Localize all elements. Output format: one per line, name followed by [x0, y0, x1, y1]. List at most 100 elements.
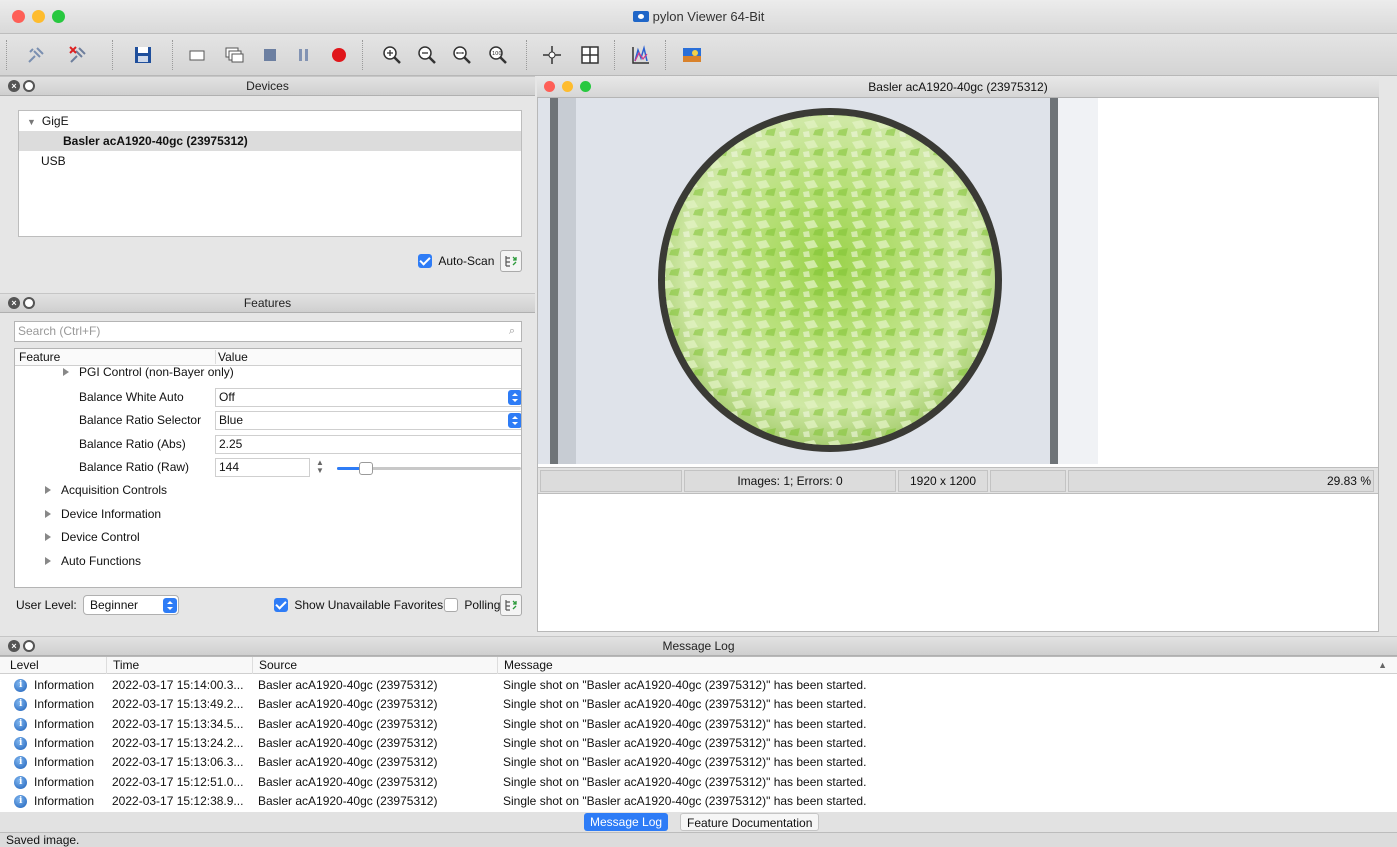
feature-row-device-control[interactable]: Device Control: [15, 526, 521, 549]
float-panel-icon[interactable]: [23, 80, 35, 92]
log-row[interactable]: Information 2022-03-17 15:12:38.9... Basle…: [0, 792, 1397, 811]
stop-icon[interactable]: [256, 41, 284, 69]
balance-ratio-selector-select[interactable]: Blue: [215, 411, 521, 430]
feature-row-pgi-control[interactable]: PGI Control (non-Bayer only): [15, 362, 521, 382]
zoom-in-icon[interactable]: [378, 41, 406, 69]
select-arrows-icon: [163, 598, 177, 613]
log-message-cell: Single shot on "Basler acA1920-40gc (239…: [503, 697, 867, 712]
continuous-shot-icon[interactable]: [220, 41, 248, 69]
feature-row-balance-white-auto[interactable]: Balance White Auto Off: [15, 386, 521, 409]
checkbox-checked-icon[interactable]: [418, 254, 432, 268]
tree-node-gige[interactable]: ▼ GigE: [19, 111, 521, 131]
feature-row-device-information[interactable]: Device Information: [15, 503, 521, 526]
show-unavailable-favorites-checkbox[interactable]: Show Unavailable Favorites: [274, 598, 443, 612]
expand-arrow-icon[interactable]: [45, 533, 51, 541]
tree-node-usb[interactable]: USB: [19, 151, 521, 171]
color-image-icon[interactable]: [678, 41, 706, 69]
devices-panel-header: × Devices: [0, 76, 535, 96]
pylon-app-icon: [632, 11, 649, 22]
camera-image[interactable]: [538, 98, 1098, 464]
log-time-cell: 2022-03-17 15:13:24.2...: [112, 735, 244, 750]
viewer-close-button[interactable]: [544, 81, 555, 92]
close-panel-icon[interactable]: ×: [8, 640, 20, 652]
polling-checkbox[interactable]: Polling: [444, 598, 500, 612]
grid-icon[interactable]: [576, 41, 604, 69]
tree-node-camera[interactable]: Basler acA1920-40gc (23975312): [19, 131, 521, 151]
information-icon: [14, 715, 27, 734]
auto-scan-checkbox[interactable]: Auto-Scan: [418, 254, 494, 268]
information-icon: [14, 773, 27, 792]
pause-icon[interactable]: [290, 41, 318, 69]
log-time-cell: 2022-03-17 15:13:06.3...: [112, 755, 244, 770]
expand-arrow-icon[interactable]: [45, 486, 51, 494]
feature-row-balance-ratio-raw[interactable]: Balance Ratio (Raw) 144 ▲ ▼: [15, 456, 521, 479]
column-header-level[interactable]: Level: [10, 657, 39, 674]
title-bar: pylon Viewer 64-Bit: [0, 0, 1397, 34]
bottom-tab-bar: Message Log Feature Documentation: [0, 812, 1397, 832]
feature-row-balance-ratio-abs[interactable]: Balance Ratio (Abs) 2.25: [15, 433, 521, 456]
log-message-cell: Single shot on "Basler acA1920-40gc (239…: [503, 793, 867, 808]
save-icon[interactable]: [129, 41, 157, 69]
zoom-status: 29.83 %: [1068, 470, 1374, 492]
log-message-cell: Single shot on "Basler acA1920-40gc (239…: [503, 755, 867, 770]
log-level-cell: Information: [34, 697, 95, 712]
refresh-features-button[interactable]: [500, 594, 522, 616]
log-message-cell: Single shot on "Basler acA1920-40gc (239…: [503, 716, 867, 731]
column-header-time[interactable]: Time: [106, 657, 139, 674]
expand-arrow-icon[interactable]: [45, 510, 51, 518]
zoom-fit-icon[interactable]: [448, 41, 476, 69]
close-panel-icon[interactable]: ×: [8, 297, 20, 309]
user-level-select[interactable]: Beginner: [83, 595, 179, 615]
balance-white-auto-select[interactable]: Off: [215, 388, 521, 407]
feature-search-input[interactable]: Search (Ctrl+F) ⌕: [14, 321, 522, 342]
zoom-out-icon[interactable]: [413, 41, 441, 69]
log-row[interactable]: Information 2022-03-17 15:13:49.2... Basle…: [0, 695, 1397, 714]
expand-arrow-icon[interactable]: ▼: [27, 117, 36, 127]
balance-ratio-slider-track[interactable]: [337, 462, 521, 475]
image-viewer-title: Basler acA1920-40gc (23975312): [868, 80, 1048, 94]
checkbox-unchecked-icon[interactable]: [444, 598, 458, 612]
expand-arrow-icon[interactable]: [63, 368, 69, 376]
log-row[interactable]: Information 2022-03-17 15:12:51.0... Basle…: [0, 773, 1397, 792]
float-panel-icon[interactable]: [23, 640, 35, 652]
log-row[interactable]: Information 2022-03-17 15:13:06.3... Basle…: [0, 753, 1397, 772]
slider-handle[interactable]: [359, 462, 373, 475]
zoom-100-icon[interactable]: 100: [484, 41, 512, 69]
record-icon[interactable]: [325, 41, 353, 69]
log-source-cell: Basler acA1920-40gc (23975312): [258, 678, 438, 692]
float-panel-icon[interactable]: [23, 297, 35, 309]
device-tree: ▼ GigE Basler acA1920-40gc (23975312) USB: [18, 110, 522, 237]
sort-ascending-icon[interactable]: ▲: [1378, 657, 1387, 674]
log-row[interactable]: Information 2022-03-17 15:13:24.2... Basle…: [0, 734, 1397, 753]
log-level-cell: Information: [34, 735, 95, 750]
refresh-devices-button[interactable]: [500, 250, 522, 272]
column-header-source[interactable]: Source: [252, 657, 297, 674]
image-viewer-titlebar: Basler acA1920-40gc (23975312): [537, 76, 1379, 98]
viewer-minimize-button[interactable]: [562, 81, 573, 92]
status-text: Saved image.: [6, 833, 80, 847]
balance-ratio-abs-input[interactable]: 2.25: [215, 435, 521, 454]
log-level-cell: Information: [34, 774, 95, 789]
tab-feature-documentation[interactable]: Feature Documentation: [680, 813, 820, 831]
stepper-icon[interactable]: ▲ ▼: [316, 459, 324, 475]
expand-arrow-icon[interactable]: [45, 557, 51, 565]
balance-ratio-raw-input[interactable]: 144: [215, 458, 310, 477]
log-row[interactable]: Information 2022-03-17 15:14:00.3... Basle…: [0, 676, 1397, 695]
log-row[interactable]: Information 2022-03-17 15:13:34.5... Basle…: [0, 715, 1397, 734]
viewer-maximize-button[interactable]: [580, 81, 591, 92]
close-device-icon[interactable]: [64, 41, 92, 69]
single-shot-icon[interactable]: [183, 41, 211, 69]
feature-row-balance-ratio-selector[interactable]: Balance Ratio Selector Blue: [15, 409, 521, 432]
column-header-message[interactable]: Message: [497, 657, 553, 674]
feature-row-acquisition-controls[interactable]: Acquisition Controls: [15, 479, 521, 502]
search-icon: ⌕: [508, 325, 515, 337]
checkbox-checked-icon[interactable]: [274, 598, 288, 612]
information-icon: [14, 734, 27, 753]
close-panel-icon[interactable]: ×: [8, 80, 20, 92]
open-device-icon[interactable]: [22, 41, 50, 69]
feature-refresh-icon: [505, 600, 517, 611]
crosshair-icon[interactable]: [538, 41, 566, 69]
histogram-icon[interactable]: [627, 41, 655, 69]
feature-row-auto-functions[interactable]: Auto Functions: [15, 550, 521, 573]
tab-message-log[interactable]: Message Log: [584, 813, 669, 831]
